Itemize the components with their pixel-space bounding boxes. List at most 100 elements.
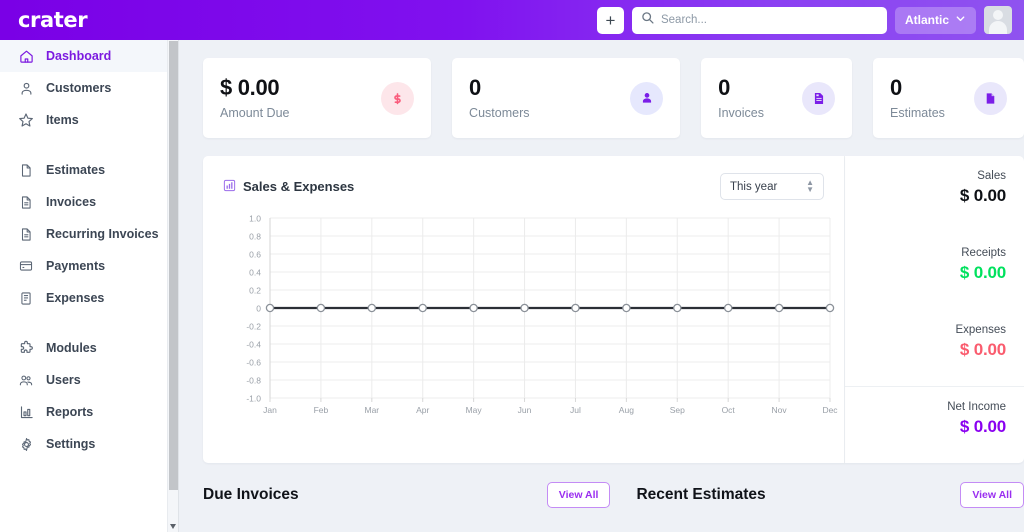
svg-text:-0.2: -0.2 bbox=[246, 322, 261, 332]
sidebar-item-label: Estimates bbox=[46, 163, 106, 177]
summary-value: $ 0.00 bbox=[959, 417, 1006, 437]
stat-label: Amount Due bbox=[220, 105, 290, 120]
svg-text:-0.4: -0.4 bbox=[246, 340, 261, 350]
svg-text:Nov: Nov bbox=[772, 405, 788, 415]
sidebar-item-items[interactable]: Items bbox=[0, 104, 167, 136]
sidebar-item-users[interactable]: Users bbox=[0, 364, 167, 396]
sidebar-item-settings[interactable]: Settings bbox=[0, 428, 167, 460]
svg-text:0: 0 bbox=[256, 304, 261, 314]
bottom-section: Due Invoices View All Recent Estimates V… bbox=[203, 482, 1024, 508]
svg-text:Jul: Jul bbox=[570, 405, 581, 415]
due-invoices-view-all-button[interactable]: View All bbox=[546, 482, 611, 508]
recent-estimates-title: Recent Estimates bbox=[636, 486, 766, 503]
stat-card-estimates[interactable]: 0 Estimates bbox=[873, 58, 1024, 138]
search-icon bbox=[641, 11, 654, 29]
topbar-actions: + Atlantic bbox=[596, 6, 1024, 34]
svg-text:Dec: Dec bbox=[822, 405, 838, 415]
stat-label: Customers bbox=[469, 105, 530, 120]
summary-net-income: Net Income $ 0.00 bbox=[845, 386, 1024, 463]
sidebar-item-payments[interactable]: Payments bbox=[0, 250, 167, 282]
due-invoices-header: Due Invoices View All bbox=[203, 482, 611, 508]
credit-card-icon bbox=[18, 258, 34, 274]
stat-card-amount-due[interactable]: $ 0.00 Amount Due bbox=[203, 58, 432, 138]
svg-text:Mar: Mar bbox=[364, 405, 379, 415]
stat-label: Estimates bbox=[890, 105, 945, 120]
svg-text:0.2: 0.2 bbox=[249, 286, 261, 296]
main-content: $ 0.00 Amount Due 0 Customers 0 Invoices bbox=[179, 40, 1024, 532]
summary-label: Receipts bbox=[961, 246, 1006, 259]
svg-text:Oct: Oct bbox=[722, 405, 736, 415]
svg-text:Apr: Apr bbox=[416, 405, 429, 415]
search-box[interactable] bbox=[631, 6, 887, 34]
sidebar-item-modules[interactable]: Modules bbox=[0, 332, 167, 364]
summary-label: Expenses bbox=[955, 323, 1006, 336]
svg-text:-1.0: -1.0 bbox=[246, 394, 261, 404]
sidebar-item-invoices[interactable]: Invoices bbox=[0, 186, 167, 218]
top-bar: crater + Atlantic bbox=[0, 0, 1024, 40]
sidebar-item-label: Items bbox=[46, 113, 79, 127]
sidebar-item-reports[interactable]: Reports bbox=[0, 396, 167, 428]
sidebar-item-customers[interactable]: Customers bbox=[0, 72, 167, 104]
dollar-icon bbox=[381, 81, 415, 115]
stat-label: Invoices bbox=[718, 105, 764, 120]
bar-chart-icon bbox=[18, 404, 34, 420]
user-icon bbox=[630, 81, 664, 115]
sidebar-item-recurring-invoices[interactable]: Recurring Invoices bbox=[0, 218, 167, 250]
puzzle-icon bbox=[18, 340, 34, 356]
date-range-select[interactable]: This year ▲ ▼ bbox=[720, 173, 824, 200]
add-new-button[interactable]: + bbox=[596, 6, 624, 34]
stat-card-customers[interactable]: 0 Customers bbox=[452, 58, 681, 138]
chart-section: Sales & Expenses This year ▲ ▼ 1.0 0.8 0.6 0… bbox=[203, 156, 1024, 463]
svg-text:-0.8: -0.8 bbox=[246, 376, 261, 386]
sidebar-divider-gap bbox=[0, 136, 167, 154]
svg-text:Jun: Jun bbox=[518, 405, 532, 415]
home-icon bbox=[18, 48, 34, 64]
sidebar-item-label: Reports bbox=[46, 405, 94, 419]
stepper-arrows-icon: ▲ ▼ bbox=[806, 177, 814, 194]
summary-value: $ 0.00 bbox=[959, 339, 1006, 359]
user-icon bbox=[18, 80, 34, 96]
line-chart-plot: 1.0 0.8 0.6 0.4 0.2 0 -0.2 -0.4 -0.6 -0.8 -1.0 Jan F… bbox=[203, 206, 844, 456]
svg-text:1.0: 1.0 bbox=[249, 214, 261, 224]
sidebar-item-expenses[interactable]: Expenses bbox=[0, 282, 167, 314]
sidebar-divider-gap-2 bbox=[0, 314, 167, 332]
stat-value: 0 bbox=[718, 75, 731, 101]
scroll-down-arrow-icon[interactable] bbox=[170, 524, 176, 529]
stat-value: 0 bbox=[469, 75, 481, 101]
sales-expenses-chart-panel: Sales & Expenses This year ▲ ▼ 1.0 0.8 0.6 0… bbox=[203, 156, 844, 463]
due-invoices-title: Due Invoices bbox=[203, 486, 299, 503]
recent-estimates-header: Recent Estimates View All bbox=[636, 482, 1024, 508]
avatar[interactable] bbox=[984, 6, 1012, 34]
company-name: Atlantic bbox=[904, 13, 949, 27]
chart-svg: 1.0 0.8 0.6 0.4 0.2 0 -0.2 -0.4 -0.6 -0.8 -1.0Jan F… bbox=[246, 214, 838, 416]
brand-name: crater bbox=[18, 8, 88, 32]
stat-cards-row: $ 0.00 Amount Due 0 Customers 0 Invoices bbox=[203, 58, 1024, 138]
chart-title: Sales & Expenses bbox=[243, 179, 355, 194]
svg-text:0.4: 0.4 bbox=[249, 268, 261, 278]
invoice-icon bbox=[18, 194, 34, 210]
company-switcher[interactable]: Atlantic bbox=[894, 6, 976, 34]
sidebar-item-label: Users bbox=[46, 373, 81, 387]
chart-title-group: Sales & Expenses bbox=[223, 179, 354, 195]
sidebar-item-dashboard[interactable]: Dashboard bbox=[0, 40, 167, 72]
document-icon bbox=[974, 81, 1007, 115]
sidebar-item-label: Settings bbox=[46, 437, 96, 451]
stat-value: 0 bbox=[890, 75, 902, 101]
sidebar-scrollbar-thumb[interactable] bbox=[169, 41, 178, 490]
sidebar-item-estimates[interactable]: Estimates bbox=[0, 154, 167, 186]
gear-icon bbox=[18, 436, 34, 452]
recent-estimates-view-all-button[interactable]: View All bbox=[960, 482, 1024, 508]
sidebar-item-label: Modules bbox=[46, 341, 97, 355]
summary-panel: Sales $ 0.00 Receipts $ 0.00 Expenses $ … bbox=[844, 156, 1024, 463]
star-icon bbox=[18, 112, 34, 128]
stat-card-invoices[interactable]: 0 Invoices bbox=[701, 58, 853, 138]
sidebar-scrollbar[interactable] bbox=[168, 40, 179, 532]
brand-logo[interactable]: crater bbox=[0, 8, 170, 32]
date-range-value: This year bbox=[730, 180, 778, 193]
svg-text:Feb: Feb bbox=[314, 405, 329, 415]
svg-text:May: May bbox=[466, 405, 483, 415]
search-input[interactable] bbox=[660, 14, 878, 26]
stat-value: $ 0.00 bbox=[220, 75, 280, 101]
document-icon bbox=[18, 162, 34, 178]
svg-text:0.6: 0.6 bbox=[249, 250, 261, 260]
